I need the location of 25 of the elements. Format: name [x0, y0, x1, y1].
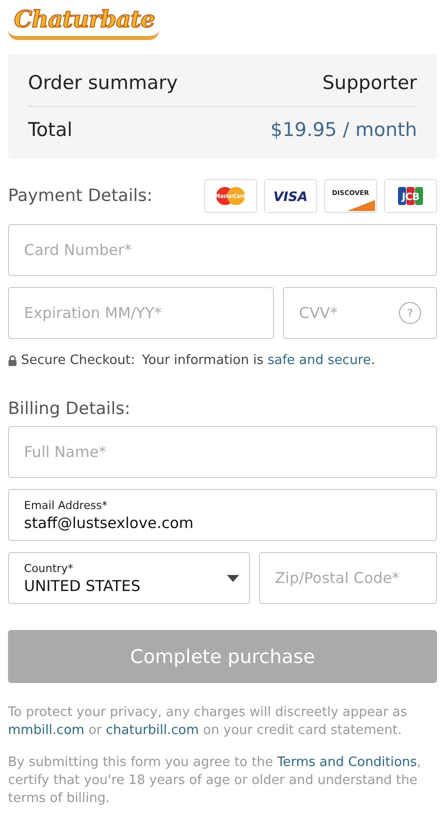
email-field[interactable]: Email Address* staff@lustsexlove.com	[8, 489, 437, 541]
full-name-field[interactable]: Full Name*	[8, 426, 437, 478]
notice-text: By submitting this form you agree to the Terms and Conditions, certify that you're 18 years of age or older and understand the terms of billing.	[8, 754, 422, 808]
country-select[interactable]: Country* UNITED STATES	[8, 552, 250, 604]
link[interactable]: chaturbill.com	[106, 723, 199, 738]
summary-title: Order summary	[28, 72, 178, 94]
card-logo: VISA	[264, 179, 317, 213]
cvv-field[interactable]: CVV* ?	[283, 287, 437, 339]
secure-message: Your information is safe and secure.	[142, 353, 376, 368]
secure-label: Secure Checkout:	[21, 353, 136, 368]
link[interactable]: safe and secure	[268, 353, 371, 368]
section-heading: Billing Details:	[8, 399, 130, 419]
link[interactable]: mmbill.com	[8, 723, 84, 738]
plan-name: Supporter	[322, 72, 417, 94]
zip-code-field[interactable]: Zip/Postal Code*	[259, 552, 437, 604]
card-number-field[interactable]: Card Number*	[8, 224, 437, 276]
caret-icon	[227, 574, 239, 582]
section-heading: Payment Details:	[8, 186, 152, 206]
total-label: Total	[28, 119, 72, 141]
notice-text: To protect your privacy, any charges will discreetly appear as mmbill.com or chaturbill.com on your credit card statement.	[8, 704, 408, 740]
total-price: $19.95 / month	[270, 119, 417, 141]
link[interactable]: Terms and Conditions	[277, 755, 417, 770]
help-icon[interactable]: ?	[399, 302, 421, 324]
lock-icon	[8, 355, 17, 366]
expiration-field[interactable]: Expiration MM/YY*	[8, 287, 274, 339]
